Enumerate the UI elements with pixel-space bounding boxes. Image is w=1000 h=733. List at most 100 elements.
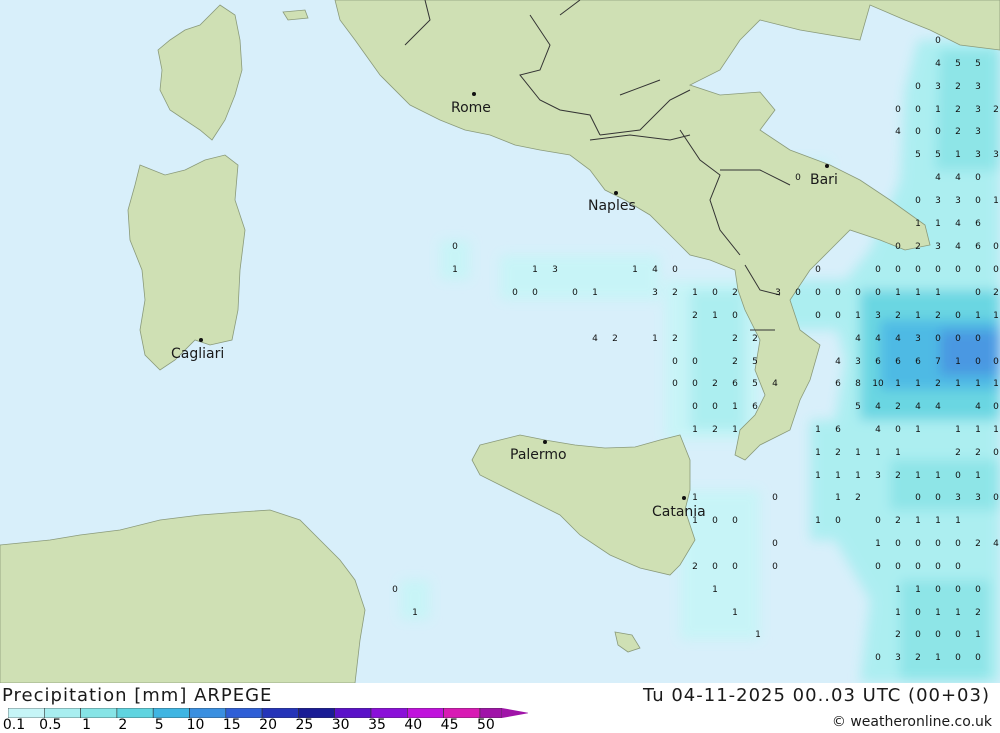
grid-value: 4 bbox=[955, 242, 961, 252]
grid-value: 4 bbox=[772, 379, 778, 389]
grid-value: 1 bbox=[955, 150, 961, 160]
grid-value: 0 bbox=[955, 334, 961, 344]
grid-value: 5 bbox=[915, 150, 921, 160]
grid-value: 4 bbox=[895, 334, 901, 344]
grid-value: 1 bbox=[993, 196, 999, 206]
legend-labels: 0.1 0.5 1 2 5 10 15 20 25 30 35 40 45 50 bbox=[0, 717, 520, 733]
grid-value: 1 bbox=[732, 425, 738, 435]
grid-value: 4 bbox=[993, 539, 999, 549]
grid-value: 2 bbox=[712, 379, 718, 389]
legend-label: 0.1 bbox=[2, 717, 26, 733]
grid-value: 0 bbox=[875, 288, 881, 298]
grid-value: 0 bbox=[955, 562, 961, 572]
grid-value: 0 bbox=[975, 357, 981, 367]
grid-value: 1 bbox=[915, 585, 921, 595]
grid-value: 0 bbox=[993, 265, 999, 275]
grid-value: 0 bbox=[935, 265, 941, 275]
grid-value: 3 bbox=[935, 242, 941, 252]
legend-label: 10 bbox=[186, 717, 205, 733]
grid-value: 0 bbox=[955, 471, 961, 481]
precipitation-map[interactable]: Rome Naples Bari Cagliari Palermo Catani… bbox=[0, 0, 1000, 684]
grid-value: 1 bbox=[935, 105, 941, 115]
grid-value: 0 bbox=[993, 493, 999, 503]
grid-value: 0 bbox=[935, 539, 941, 549]
grid-value: 6 bbox=[875, 357, 881, 367]
grid-value: 0 bbox=[915, 105, 921, 115]
grid-value: 0 bbox=[915, 630, 921, 640]
grid-value: 0 bbox=[692, 402, 698, 412]
grid-value: 0 bbox=[935, 493, 941, 503]
grid-value: 2 bbox=[895, 516, 901, 526]
legend-label: 45 bbox=[440, 717, 459, 733]
grid-value: 1 bbox=[835, 471, 841, 481]
grid-value: 5 bbox=[975, 59, 981, 69]
grid-value: 2 bbox=[915, 242, 921, 252]
grid-value: 4 bbox=[855, 334, 861, 344]
grid-value: 0 bbox=[772, 493, 778, 503]
grid-value: 2 bbox=[955, 127, 961, 137]
grid-value: 0 bbox=[975, 196, 981, 206]
grid-value: 0 bbox=[875, 516, 881, 526]
legend-label: 25 bbox=[295, 717, 314, 733]
grid-value: 0 bbox=[875, 562, 881, 572]
grid-value: 1 bbox=[935, 471, 941, 481]
grid-value: 1 bbox=[935, 288, 941, 298]
grid-value: 0 bbox=[915, 82, 921, 92]
grid-value: 0 bbox=[712, 516, 718, 526]
city-cagliari: Cagliari bbox=[171, 346, 224, 362]
grid-value: 0 bbox=[993, 402, 999, 412]
grid-value: 4 bbox=[975, 402, 981, 412]
grid-value: 4 bbox=[935, 402, 941, 412]
grid-value: 0 bbox=[392, 585, 398, 595]
grid-value: 1 bbox=[895, 585, 901, 595]
grid-value: 4 bbox=[895, 127, 901, 137]
grid-value: 0 bbox=[915, 265, 921, 275]
grid-value: 2 bbox=[672, 334, 678, 344]
grid-value: 0 bbox=[835, 288, 841, 298]
grid-value: 1 bbox=[915, 425, 921, 435]
grid-value: 2 bbox=[975, 608, 981, 618]
grid-value: 1 bbox=[875, 539, 881, 549]
grid-value: 1 bbox=[915, 288, 921, 298]
grid-value: 1 bbox=[915, 379, 921, 389]
grid-value: 0 bbox=[975, 288, 981, 298]
credit-link[interactable]: © weatheronline.co.uk bbox=[832, 714, 992, 730]
grid-value: 2 bbox=[993, 105, 999, 115]
grid-value: 1 bbox=[915, 311, 921, 321]
legend-label: 20 bbox=[259, 717, 278, 733]
legend-label: 5 bbox=[154, 717, 164, 733]
map-canvas: Rome Naples Bari Cagliari Palermo Catani… bbox=[0, 0, 1000, 684]
grid-value: 4 bbox=[875, 402, 881, 412]
grid-value: 0 bbox=[955, 630, 961, 640]
grid-value: 1 bbox=[975, 425, 981, 435]
grid-value: 0 bbox=[895, 539, 901, 549]
grid-value: 1 bbox=[412, 608, 418, 618]
map-title: Precipitation [mm] ARPEGE bbox=[2, 685, 273, 706]
grid-value: 5 bbox=[752, 379, 758, 389]
grid-value: 1 bbox=[815, 425, 821, 435]
grid-value: 0 bbox=[875, 265, 881, 275]
grid-value: 0 bbox=[712, 562, 718, 572]
grid-value: 0 bbox=[692, 379, 698, 389]
grid-value: 1 bbox=[955, 425, 961, 435]
grid-value: 1 bbox=[692, 493, 698, 503]
grid-value: 0 bbox=[672, 265, 678, 275]
grid-value: 0 bbox=[895, 562, 901, 572]
grid-value: 1 bbox=[755, 630, 761, 640]
grid-value: 1 bbox=[875, 448, 881, 458]
grid-value: 6 bbox=[835, 425, 841, 435]
grid-value: 1 bbox=[732, 608, 738, 618]
grid-value: 0 bbox=[915, 493, 921, 503]
grid-value: 0 bbox=[915, 127, 921, 137]
grid-value: 2 bbox=[835, 448, 841, 458]
footer: Precipitation [mm] ARPEGE Tu 04-11-2025 … bbox=[0, 683, 1000, 733]
grid-value: 6 bbox=[975, 219, 981, 229]
grid-value: 1 bbox=[955, 379, 961, 389]
grid-value: 2 bbox=[895, 311, 901, 321]
city-palermo: Palermo bbox=[510, 447, 567, 463]
grid-value: 4 bbox=[955, 219, 961, 229]
elba bbox=[282, 9, 309, 21]
grid-value: 0 bbox=[975, 653, 981, 663]
grid-value: 3 bbox=[955, 493, 961, 503]
grid-value: 2 bbox=[955, 105, 961, 115]
